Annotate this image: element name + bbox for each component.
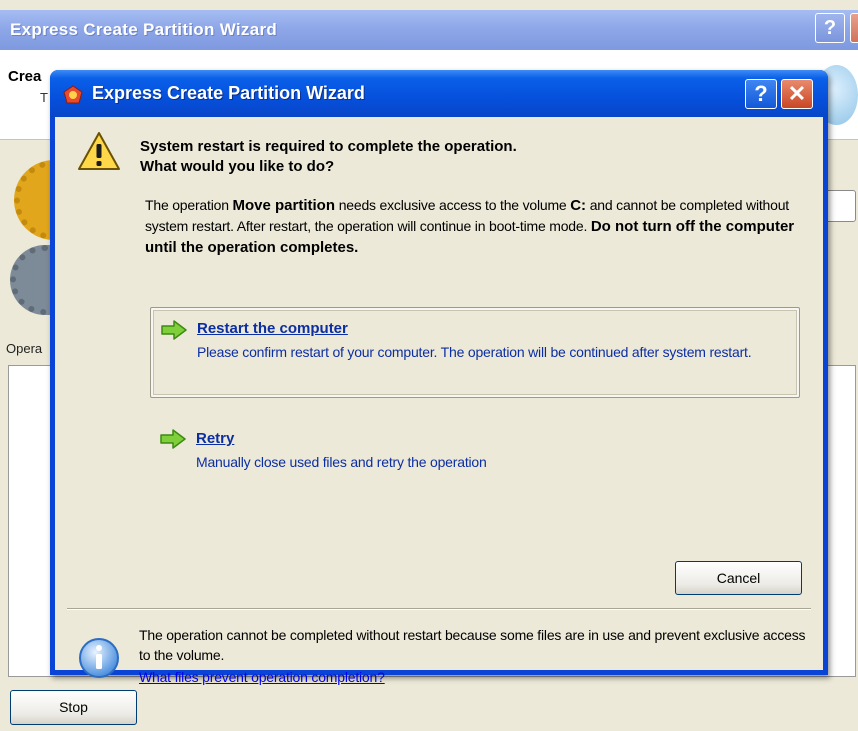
separator bbox=[67, 608, 811, 610]
info-message: The operation cannot be completed withou… bbox=[139, 627, 806, 663]
cancel-button[interactable]: Cancel bbox=[675, 561, 802, 595]
retry-option-description: Manually close used files and retry the … bbox=[196, 454, 487, 470]
restart-dialog: Express Create Partition Wizard ? ✕ Syst… bbox=[50, 70, 828, 685]
operations-label: Opera bbox=[6, 341, 43, 356]
info-icon bbox=[79, 638, 119, 678]
what-files-link[interactable]: What files prevent operation completion? bbox=[139, 669, 385, 685]
dialog-title: Express Create Partition Wizard bbox=[92, 83, 365, 103]
volume-name: C: bbox=[570, 197, 587, 214]
operation-name: Move partition bbox=[232, 197, 335, 214]
close-button[interactable]: ✕ bbox=[781, 79, 813, 109]
description-text-2: needs exclusive access to the volume bbox=[335, 197, 571, 213]
background-header-subtitle: T bbox=[40, 90, 48, 105]
headline-line-1: System restart is required to complete t… bbox=[140, 138, 517, 155]
green-arrow-icon bbox=[160, 429, 186, 449]
green-arrow-icon bbox=[161, 320, 187, 340]
restart-option[interactable]: Restart the computer Please confirm rest… bbox=[150, 307, 800, 398]
dialog-title-bar[interactable]: Express Create Partition Wizard ? ✕ bbox=[50, 70, 828, 117]
restart-option-title[interactable]: Restart the computer bbox=[197, 320, 348, 337]
operation-description: The operation Move partition needs exclu… bbox=[145, 195, 800, 258]
headline-line-2: What would you like to do? bbox=[140, 158, 335, 175]
stop-button[interactable]: Stop bbox=[10, 690, 137, 725]
restart-option-description: Please confirm restart of your computer.… bbox=[197, 344, 752, 360]
dialog-body: System restart is required to complete t… bbox=[55, 117, 823, 685]
dialog-headline: System restart is required to complete t… bbox=[140, 137, 517, 177]
warning-icon bbox=[78, 132, 120, 170]
gear-icon bbox=[10, 245, 55, 315]
background-header-title: Crea bbox=[8, 68, 42, 85]
help-button[interactable]: ? bbox=[745, 79, 777, 109]
app-icon bbox=[63, 85, 83, 104]
background-title-bar: Express Create Partition Wizard bbox=[0, 10, 858, 50]
background-help-button[interactable]: ? bbox=[815, 13, 845, 43]
retry-option-title[interactable]: Retry bbox=[196, 430, 234, 447]
background-window-title: Express Create Partition Wizard bbox=[10, 20, 278, 39]
background-close-button[interactable] bbox=[850, 13, 858, 43]
description-text-1: The operation bbox=[145, 197, 233, 213]
